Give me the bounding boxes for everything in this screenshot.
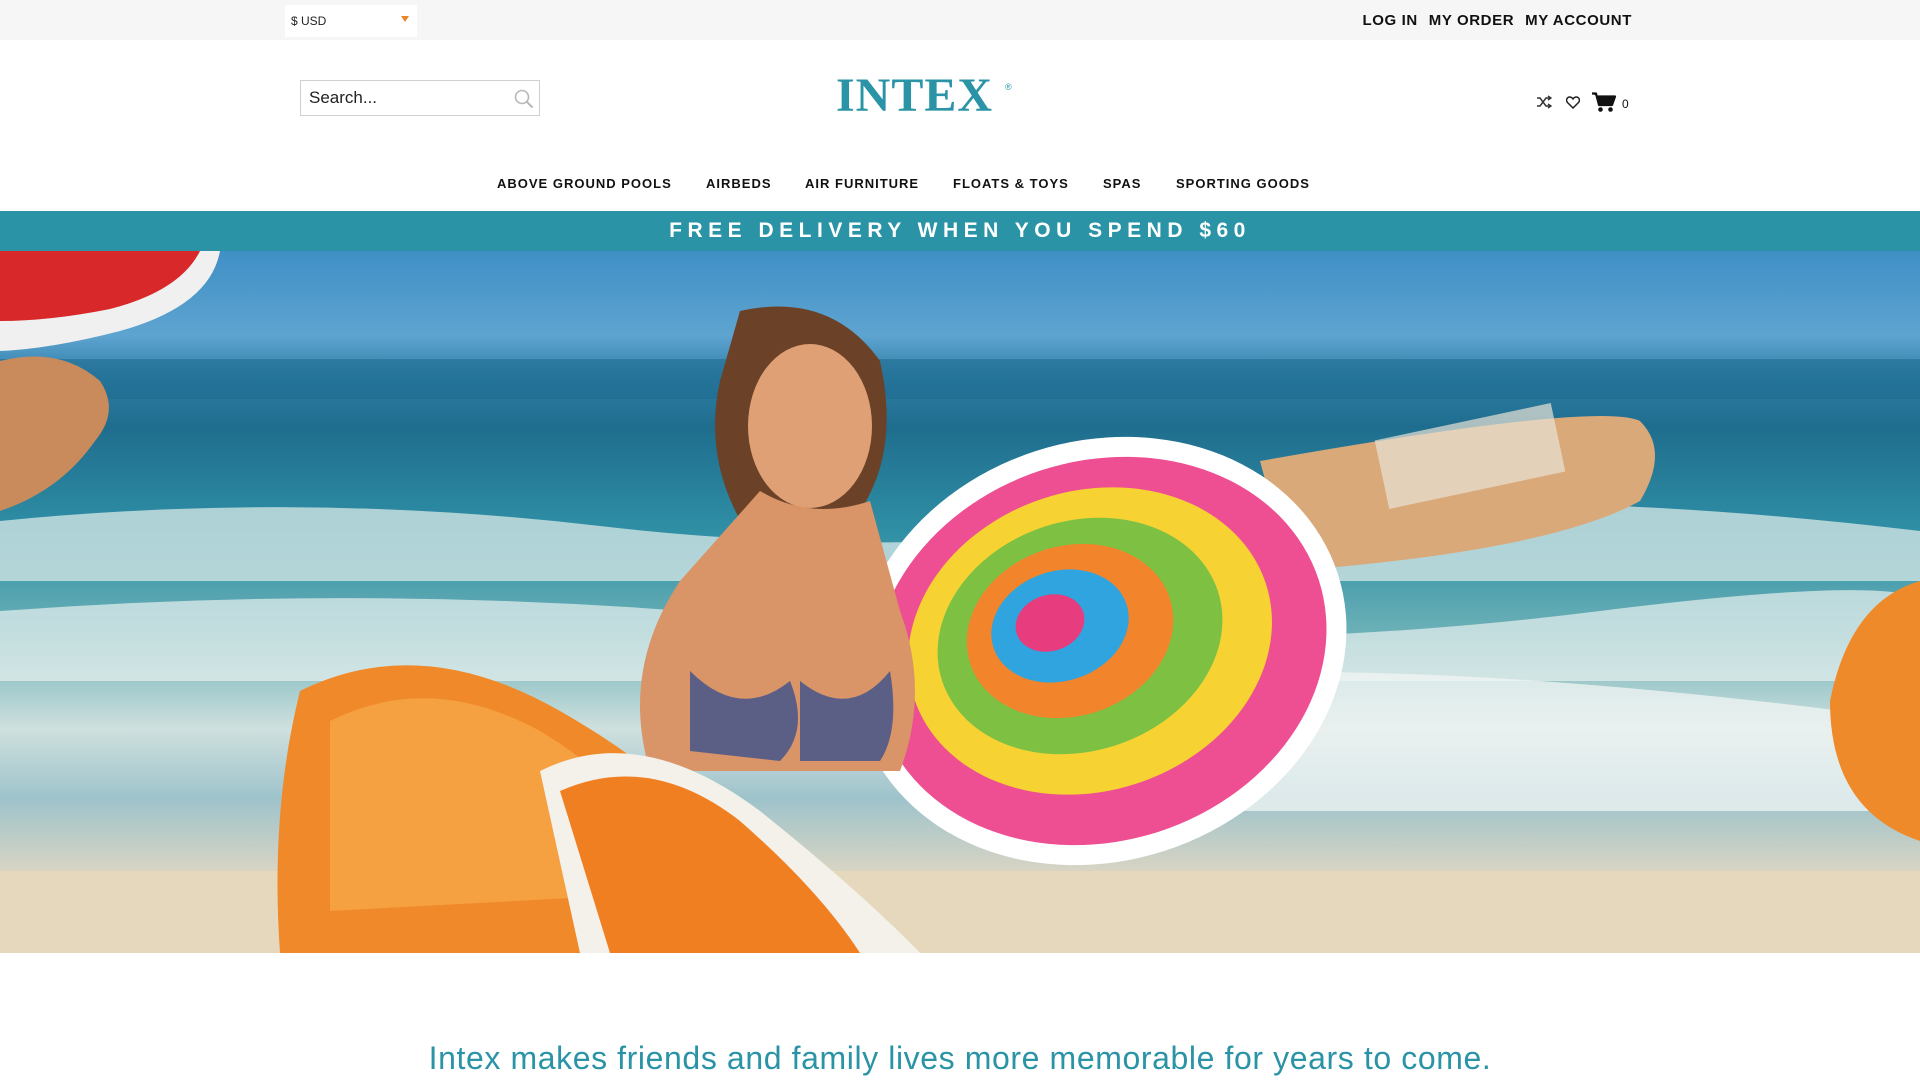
hero-illustration: [0, 251, 1920, 953]
hero-banner-image[interactable]: [0, 251, 1920, 953]
intro-tagline: Intex makes friends and family lives mor…: [428, 1040, 1492, 1076]
nav-item-air-furniture[interactable]: AIR FURNITURE: [805, 176, 919, 191]
main-nav: ABOVE GROUND POOLS AIRBEDS AIR FURNITURE…: [0, 168, 1920, 202]
login-link[interactable]: LOG IN: [1363, 12, 1418, 29]
nav-item-floats-toys[interactable]: FLOATS & TOYS: [953, 176, 1069, 191]
currency-select[interactable]: $ USD: [285, 5, 417, 37]
cart-count: 0: [1622, 97, 1629, 111]
account-links: LOG IN MY ORDER MY ACCOUNT: [1363, 0, 1632, 40]
chevron-down-icon: [401, 16, 409, 22]
registered-mark: ®: [1005, 82, 1012, 92]
shuffle-icon[interactable]: [1536, 95, 1552, 109]
heart-icon[interactable]: [1566, 95, 1580, 109]
promo-banner[interactable]: FREE DELIVERY WHEN YOU SPEND $60: [0, 211, 1920, 251]
my-order-link[interactable]: MY ORDER: [1429, 12, 1514, 29]
search-box: [300, 80, 540, 116]
currency-value: $ USD: [291, 14, 327, 28]
search-input[interactable]: [301, 81, 517, 115]
nav-item-airbeds[interactable]: AIRBEDS: [706, 176, 772, 191]
search-icon[interactable]: [513, 88, 535, 110]
nav-item-above-ground-pools[interactable]: ABOVE GROUND POOLS: [497, 176, 672, 191]
nav-item-spas[interactable]: SPAS: [1103, 176, 1141, 191]
top-utility-bar: $ USD LOG IN MY ORDER MY ACCOUNT: [0, 0, 1920, 40]
cart-icon[interactable]: [1592, 91, 1616, 113]
header-icons: 0: [1536, 88, 1629, 116]
nav-item-sporting-goods[interactable]: SPORTING GOODS: [1176, 176, 1310, 191]
my-account-link[interactable]: MY ACCOUNT: [1525, 12, 1632, 29]
brand-logo[interactable]: INTEX: [836, 72, 993, 120]
